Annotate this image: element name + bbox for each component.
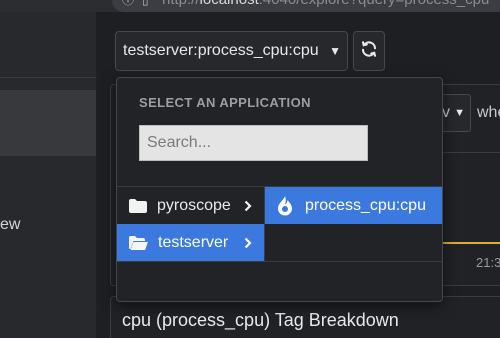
url-bar[interactable]: ⓘ ▯ http://localhost:4040/explore?query=pr… (112, 0, 500, 12)
menu-divider (117, 261, 442, 262)
url-rest: :4040/explore?query=process_cpu (259, 0, 490, 8)
tag-breakdown-title: cpu (process_cpu) Tag Breakdown (122, 310, 399, 330)
app-item-label: process_cpu:cpu (305, 196, 426, 214)
refresh-icon (360, 40, 378, 63)
app-selector-button[interactable]: testserver:process_cpu:cpu ▼ (115, 31, 348, 71)
timeline-tick-label: 21:3 (476, 255, 500, 270)
timeline-series-line (440, 242, 500, 244)
url-scheme: http:// (162, 0, 200, 8)
group-item-label: testserver (158, 233, 229, 251)
app-item-process-cpu[interactable]: process_cpu:cpu (265, 187, 442, 224)
folder-open-icon (129, 235, 148, 250)
timeline-chart[interactable] (440, 152, 500, 270)
sidebar: ew (0, 12, 96, 338)
app-selector-dropdown: SELECT AN APPLICATION pyroscope testserv… (116, 77, 443, 302)
info-icon: ⓘ (122, 0, 135, 7)
page-icon: ▯ (142, 0, 149, 7)
chevron-down-icon: ▼ (454, 107, 465, 119)
group-item-label: pyroscope (157, 196, 231, 214)
url-host: localhost (200, 0, 259, 8)
view-mode-value: v (442, 104, 450, 121)
group-item-testserver[interactable]: testserver (117, 224, 264, 261)
chevron-right-icon (244, 200, 252, 212)
search-input[interactable] (139, 125, 368, 161)
where-label: whe (477, 104, 500, 121)
chevron-right-icon (244, 237, 252, 249)
chevron-down-icon: ▼ (329, 44, 341, 58)
sidebar-item-label[interactable]: ew (0, 216, 20, 234)
dropdown-header: SELECT AN APPLICATION (139, 95, 311, 110)
app-selector-label: testserver:process_cpu:cpu (123, 42, 319, 59)
group-item-pyroscope[interactable]: pyroscope (117, 187, 264, 224)
refresh-button[interactable] (353, 31, 385, 71)
pyroscope-flame-icon (277, 195, 293, 216)
sidebar-divider (0, 77, 96, 78)
folder-icon (129, 198, 147, 213)
sidebar-item-active[interactable] (0, 90, 96, 156)
